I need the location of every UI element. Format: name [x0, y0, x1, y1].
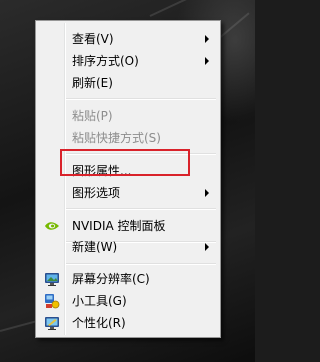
screen-resolution-icon	[44, 271, 60, 287]
gadgets-icon	[44, 293, 60, 309]
menu-item-label: 屏幕分辨率(C)	[72, 272, 150, 286]
menu-item-personalize[interactable]: 个性化(R)	[38, 312, 218, 334]
menu-item-label: 刷新(E)	[72, 76, 113, 90]
highlight-annotation-box	[60, 149, 190, 176]
menu-item-label: 排序方式(O)	[72, 54, 139, 68]
menu-separator	[66, 208, 216, 210]
menu-item-sort-by[interactable]: 排序方式(O)	[38, 50, 218, 72]
menu-item-nvidia-control-panel[interactable]: NVIDIA 控制面板	[38, 215, 218, 237]
menu-item-refresh[interactable]: 刷新(E)	[38, 72, 218, 94]
wallpaper-streak	[149, 0, 260, 17]
desktop-context-menu: 查看(V) 排序方式(O) 刷新(E) 粘贴(P) 粘贴快捷方式(S) 图形属性…	[35, 20, 221, 338]
menu-item-new[interactable]: 新建(W)	[38, 236, 218, 258]
menu-item-graphics-options[interactable]: 图形选项	[38, 182, 218, 204]
menu-item-label: 查看(V)	[72, 32, 114, 46]
menu-item-label: 个性化(R)	[72, 316, 126, 330]
menu-item-label: 粘贴(P)	[72, 109, 113, 123]
menu-item-label: 小工具(G)	[72, 294, 127, 308]
menu-item-label: NVIDIA 控制面板	[72, 219, 166, 233]
menu-item-label: 新建(W)	[72, 240, 118, 254]
nvidia-icon	[44, 218, 60, 234]
menu-item-screen-resolution[interactable]: 屏幕分辨率(C)	[38, 268, 218, 290]
submenu-arrow-icon	[205, 189, 209, 197]
submenu-arrow-icon	[205, 243, 209, 251]
menu-item-view[interactable]: 查看(V)	[38, 28, 218, 50]
menu-item-gadgets[interactable]: 小工具(G)	[38, 290, 218, 312]
submenu-arrow-icon	[205, 57, 209, 65]
menu-item-paste-shortcut[interactable]: 粘贴快捷方式(S)	[38, 127, 218, 149]
menu-separator	[66, 263, 216, 265]
menu-item-paste[interactable]: 粘贴(P)	[38, 105, 218, 127]
personalize-icon	[44, 315, 60, 331]
menu-item-label: 粘贴快捷方式(S)	[72, 131, 161, 145]
menu-item-label: 图形选项	[72, 186, 121, 200]
menu-separator	[66, 98, 216, 100]
submenu-arrow-icon	[205, 35, 209, 43]
